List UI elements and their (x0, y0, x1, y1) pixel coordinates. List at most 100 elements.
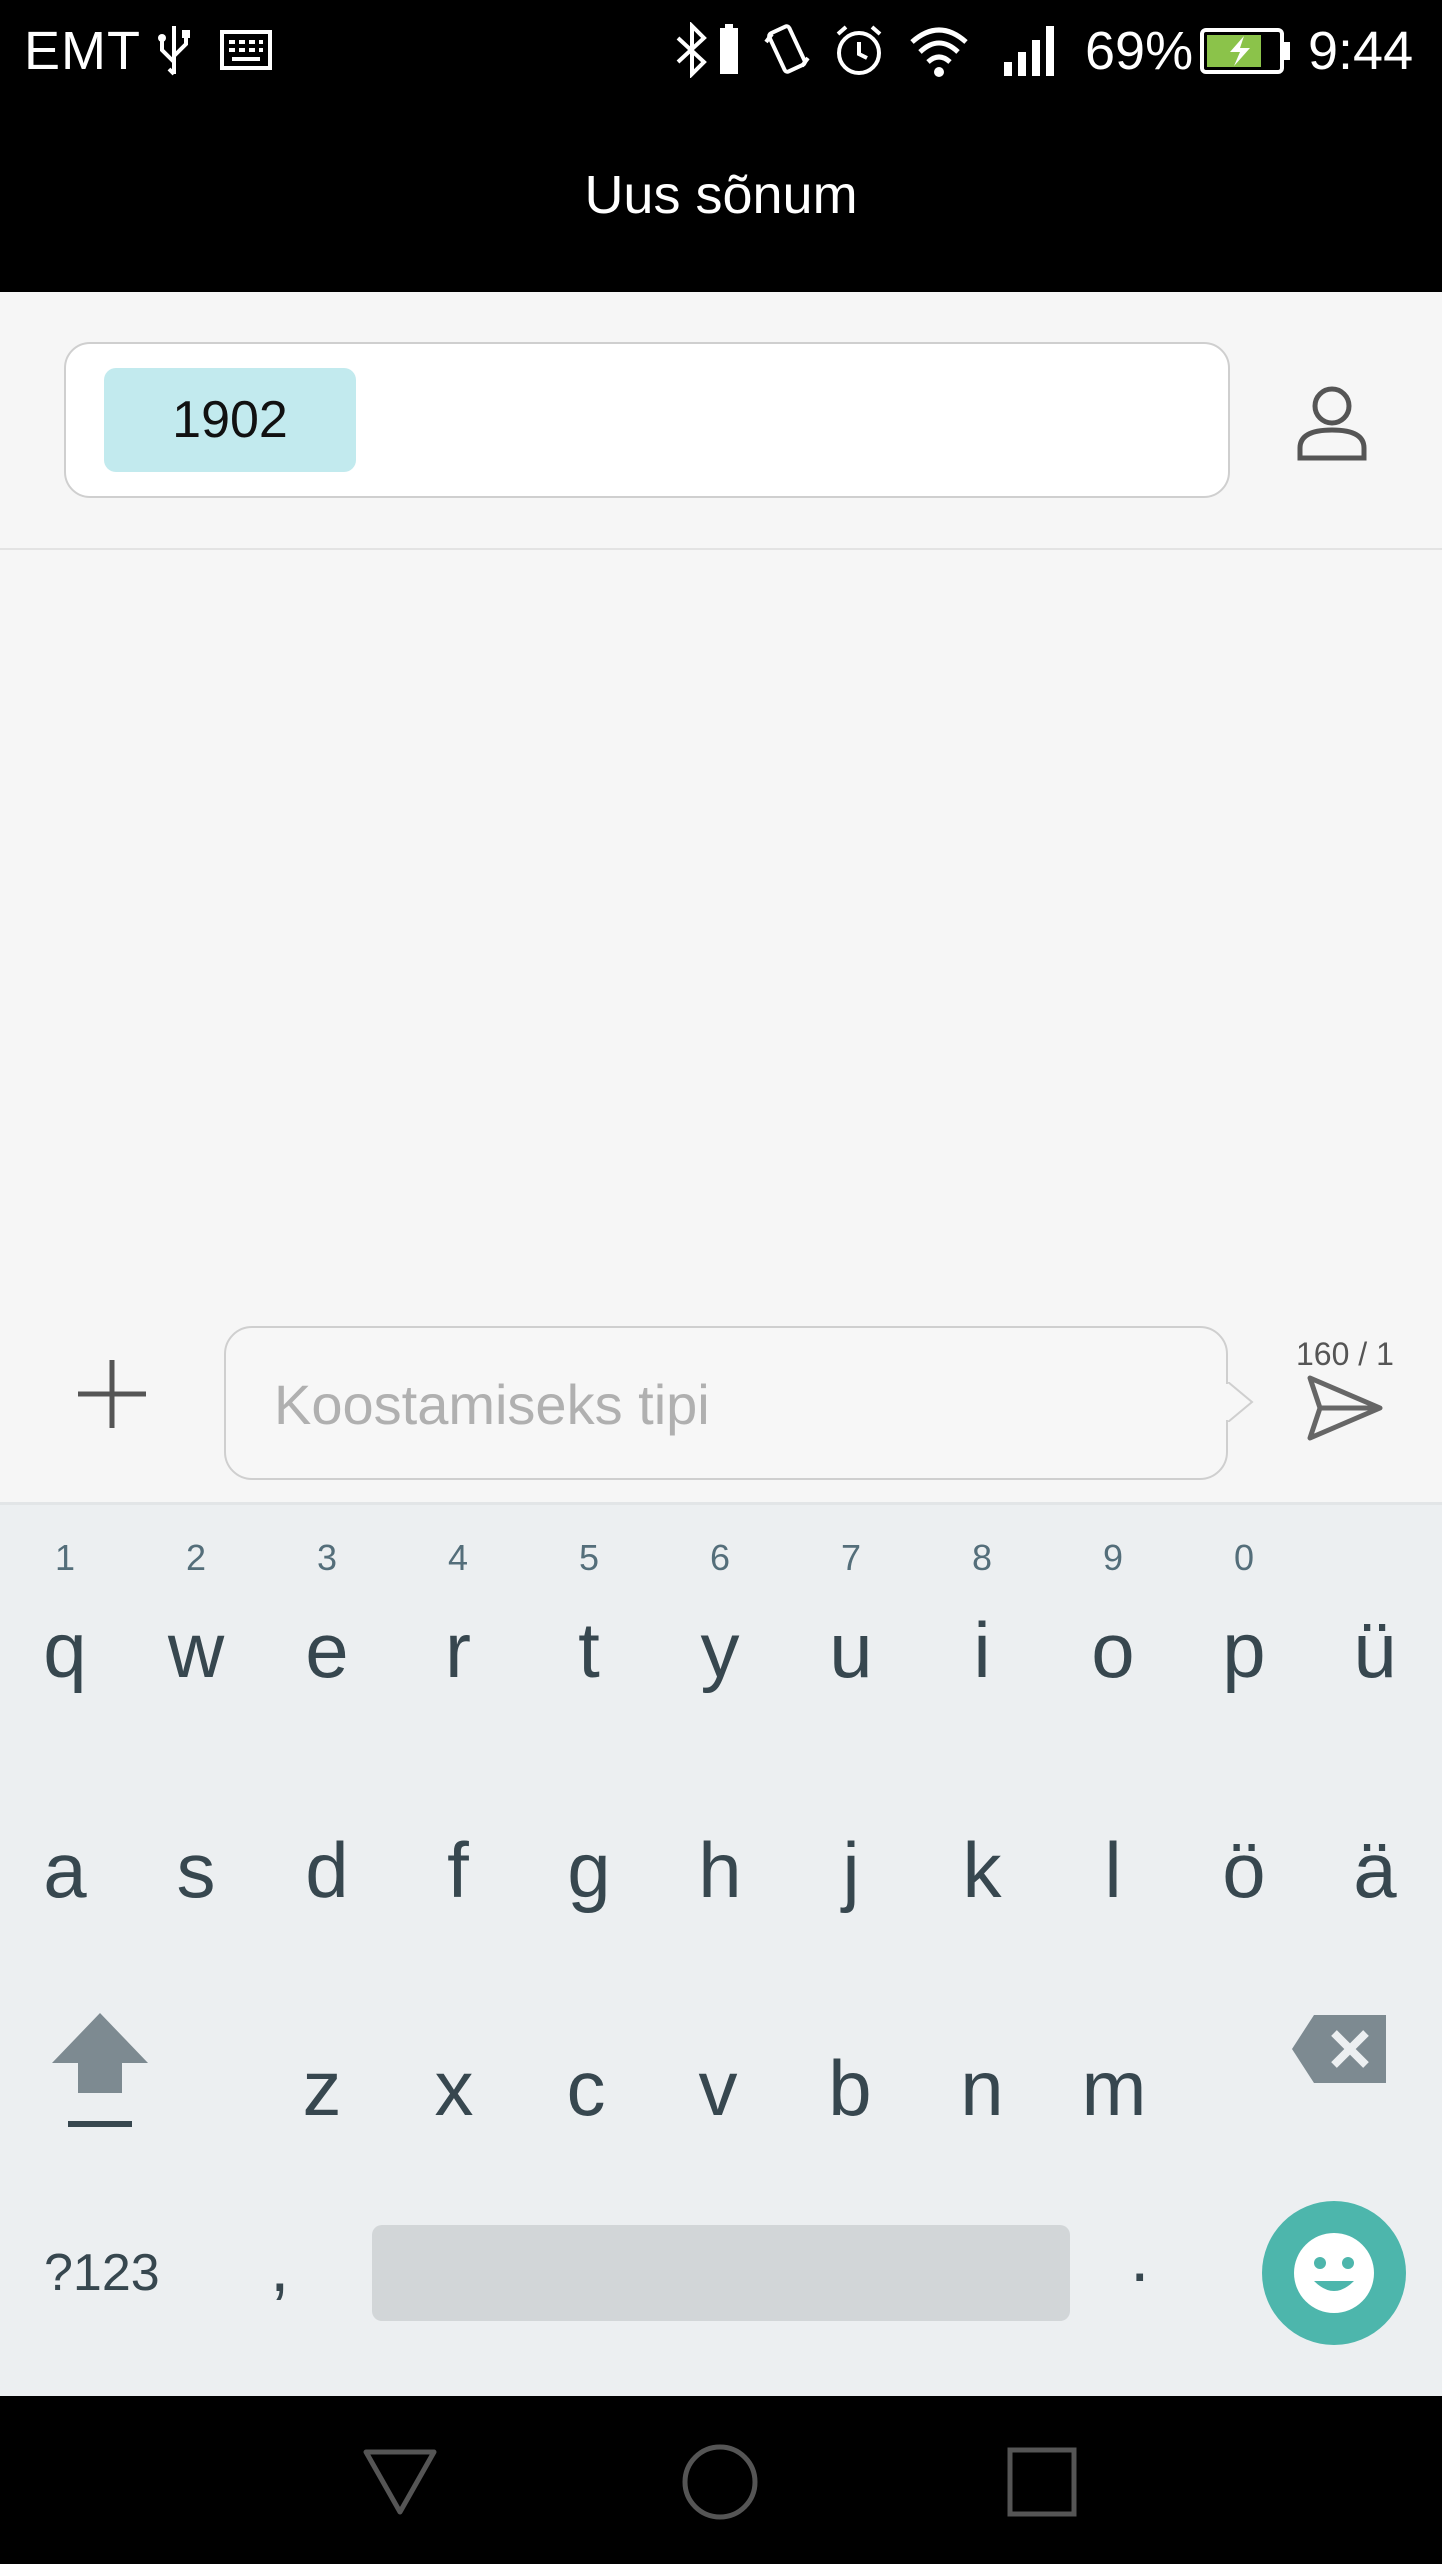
emoji-key[interactable] (1262, 2201, 1406, 2345)
key-o[interactable]: o9 (1063, 1537, 1163, 1696)
usb-icon (158, 26, 190, 76)
key-label: n (960, 2044, 1004, 2132)
key-v[interactable]: v (668, 2043, 768, 2134)
key-label: g (567, 1826, 611, 1914)
key-label: m (1081, 2044, 1147, 2132)
key-label: w (167, 1606, 225, 1694)
key-m[interactable]: m (1064, 2043, 1164, 2134)
key-label: ö (1222, 1826, 1266, 1914)
signal-icon (1004, 26, 1054, 76)
key-k[interactable]: k (932, 1825, 1032, 1916)
key-label: x (434, 2044, 474, 2132)
key-label: ä (1353, 1826, 1397, 1914)
key-a[interactable]: a (15, 1825, 115, 1916)
key-label: i (973, 1606, 991, 1694)
key-l[interactable]: l (1063, 1825, 1163, 1916)
key-ö[interactable]: ö (1194, 1825, 1294, 1916)
backspace-key-icon[interactable] (1290, 2013, 1390, 2085)
key-hint-number: 1 (54, 1537, 76, 1578)
contact-picker-icon[interactable] (1290, 380, 1374, 464)
key-label: b (828, 2044, 872, 2132)
bluetooth-icon (676, 22, 738, 78)
key-label: a (43, 1826, 87, 1914)
key-i[interactable]: i8 (932, 1537, 1032, 1696)
shift-key-icon[interactable] (48, 2005, 152, 2135)
message-input[interactable]: Koostamiseks tipi (224, 1326, 1228, 1480)
smiley-icon (1294, 2233, 1374, 2313)
key-label: u (829, 1606, 873, 1694)
key-label: j (842, 1826, 860, 1914)
key-label: f (447, 1826, 469, 1914)
key-u[interactable]: u7 (801, 1537, 901, 1696)
key-label: s (176, 1826, 216, 1914)
key-n[interactable]: n (932, 2043, 1032, 2134)
key-b[interactable]: b (800, 2043, 900, 2134)
key-e[interactable]: e3 (277, 1537, 377, 1696)
key-hint-number: 6 (709, 1537, 731, 1578)
key-label: e (305, 1606, 349, 1694)
key-label: o (1091, 1606, 1135, 1694)
space-key[interactable] (372, 2225, 1070, 2321)
key-hint-number: 3 (316, 1537, 338, 1578)
period-key[interactable]: . (1130, 2217, 1149, 2297)
key-g[interactable]: g (539, 1825, 639, 1916)
alarm-icon (836, 25, 882, 75)
key-label: r (445, 1606, 471, 1694)
key-hint-number: 9 (1102, 1537, 1124, 1578)
key-r[interactable]: r4 (408, 1537, 508, 1696)
bubble-tail (1222, 1382, 1254, 1422)
recipient-chip[interactable]: 1902 (104, 368, 356, 472)
key-label: v (698, 2044, 738, 2132)
key-hint-number: 5 (578, 1537, 600, 1578)
key-q[interactable]: q1 (15, 1537, 115, 1696)
key-ä[interactable]: ä (1325, 1825, 1425, 1916)
keyboard-icon (220, 30, 272, 70)
key-label: c (566, 2044, 606, 2132)
key-label: k (962, 1826, 1002, 1914)
key-label: q (43, 1606, 87, 1694)
key-label: l (1104, 1826, 1122, 1914)
key-label: p (1222, 1606, 1266, 1694)
key-label: y (700, 1606, 740, 1694)
key-label: z (302, 2044, 342, 2132)
char-counter: 160 / 1 (1296, 1336, 1394, 1372)
key-y[interactable]: y6 (670, 1537, 770, 1696)
send-icon[interactable] (1304, 1372, 1386, 1444)
attach-plus-icon[interactable] (70, 1352, 154, 1436)
keyboard: q1w2e3r4t5y6u7i8o9p0ü asdfghjklöä zxcvbn… (0, 1502, 1442, 2396)
key-c[interactable]: c (536, 2043, 636, 2134)
symbols-key[interactable]: ?123 (44, 2243, 160, 2303)
key-hint-number: 4 (447, 1537, 469, 1578)
home-circle-icon[interactable] (680, 2442, 760, 2522)
back-triangle-icon[interactable] (360, 2442, 440, 2522)
compose-area: 1902 Koostamiseks tipi 160 / 1 (0, 292, 1442, 1502)
message-placeholder: Koostamiseks tipi (274, 1373, 710, 1436)
battery-percent: 69% (1085, 21, 1194, 81)
key-j[interactable]: j (801, 1825, 901, 1916)
key-d[interactable]: d (277, 1825, 377, 1916)
key-h[interactable]: h (670, 1825, 770, 1916)
key-label: t (578, 1606, 600, 1694)
key-hint-number: 8 (971, 1537, 993, 1578)
comma-key[interactable]: , (270, 2227, 289, 2307)
key-p[interactable]: p0 (1194, 1537, 1294, 1696)
key-t[interactable]: t5 (539, 1537, 639, 1696)
key-label: h (698, 1826, 742, 1914)
recents-square-icon[interactable] (1002, 2442, 1082, 2522)
key-hint-number: 2 (185, 1537, 207, 1578)
key-label: ü (1353, 1606, 1397, 1694)
key-hint-number: 0 (1233, 1537, 1255, 1578)
navigation-bar (0, 2396, 1442, 2564)
vibrate-icon (764, 24, 810, 74)
carrier-label: EMT (24, 21, 141, 81)
divider (0, 548, 1442, 550)
key-f[interactable]: f (408, 1825, 508, 1916)
key-x[interactable]: x (404, 2043, 504, 2134)
page-title: Uus sõnum (584, 165, 858, 225)
recipient-field[interactable]: 1902 (64, 342, 1230, 498)
key-w[interactable]: w2 (146, 1537, 246, 1696)
key-s[interactable]: s (146, 1825, 246, 1916)
key-z[interactable]: z (272, 2043, 372, 2134)
key-ü[interactable]: ü (1325, 1605, 1425, 1696)
key-hint-number: 7 (840, 1537, 862, 1578)
